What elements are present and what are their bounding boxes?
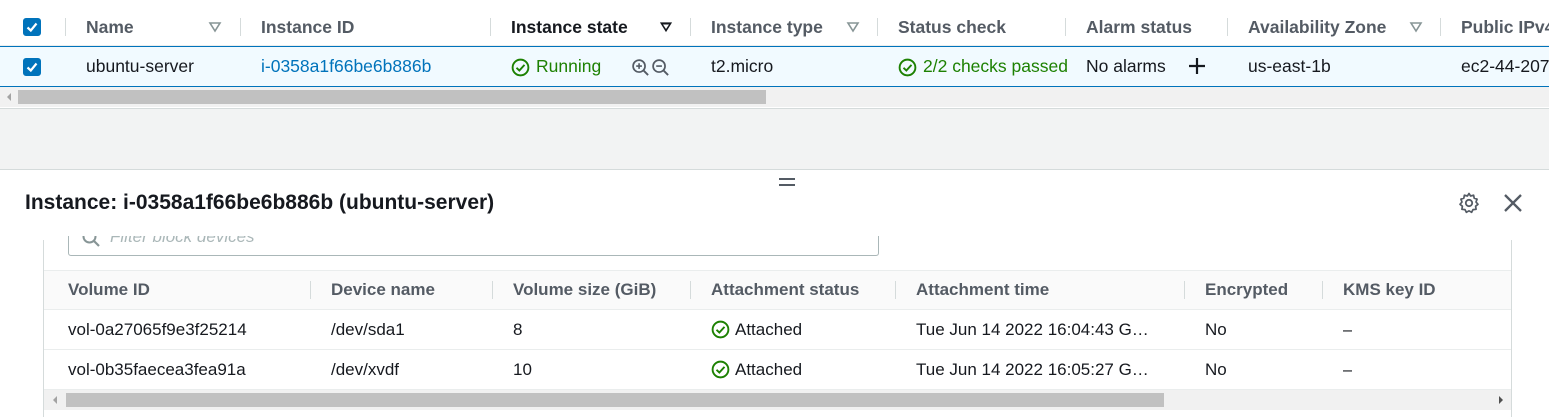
status-check-value[interactable]: 2/2 checks passed — [923, 47, 1068, 86]
table-row: vol-0b35faecea3fea91a /dev/xvdf 10 Attac… — [44, 350, 1511, 390]
gear-icon[interactable] — [1457, 191, 1481, 215]
public-ipv4-value: ec2-44-207 — [1461, 56, 1549, 76]
instances-table: Name Instance ID Instance state Instance… — [0, 0, 1549, 110]
search-icon — [82, 236, 100, 247]
volume-size: 10 — [513, 360, 532, 379]
instance-details-panel: Instance: i-0358a1f66be6b886b (ubuntu-se… — [0, 170, 1549, 417]
volume-id-link[interactable]: vol-0a27065f9e3f25214 — [68, 310, 247, 349]
filter-placeholder: Filter block devices — [110, 236, 255, 246]
drag-handle-icon[interactable] — [779, 178, 795, 188]
alarm-status-value: No alarms — [1086, 56, 1166, 76]
scroll-right-icon[interactable] — [1494, 390, 1508, 410]
column-header-instance-type[interactable]: Instance type — [711, 8, 823, 46]
scrollbar-thumb[interactable] — [18, 90, 766, 104]
sort-caret-icon[interactable] — [208, 20, 222, 34]
column-header-kms-key-id[interactable]: KMS key ID — [1343, 271, 1436, 309]
sort-caret-icon[interactable] — [659, 20, 673, 34]
column-header-attachment-status[interactable]: Attachment status — [711, 271, 859, 309]
availability-zone-value: us-east-1b — [1248, 56, 1331, 76]
instances-horizontal-scrollbar[interactable] — [0, 87, 1549, 107]
attachment-status: Attached — [735, 360, 803, 379]
instance-type-value: t2.micro — [711, 56, 774, 76]
sort-caret-icon[interactable] — [846, 20, 860, 34]
encrypted-value: No — [1205, 320, 1227, 339]
check-circle-icon — [711, 360, 730, 379]
device-name: /dev/sda1 — [331, 320, 405, 339]
zoom-in-icon[interactable] — [631, 58, 650, 77]
filter-block-devices-input[interactable]: Filter block devices — [68, 236, 879, 256]
row-select-checkbox[interactable] — [23, 58, 41, 76]
close-icon[interactable] — [1501, 191, 1525, 215]
check-circle-icon — [711, 320, 730, 339]
attachment-time: Tue Jun 14 2022 16:05:27 G… — [916, 360, 1149, 379]
column-header-availability-zone[interactable]: Availability Zone — [1248, 8, 1386, 46]
instance-id-link[interactable]: i-0358a1f66be6b886b — [261, 47, 431, 86]
column-header-alarm-status[interactable]: Alarm status — [1086, 8, 1192, 46]
check-circle-icon — [511, 58, 530, 77]
encrypted-value: No — [1205, 360, 1227, 379]
volume-id-link[interactable]: vol-0b35faecea3fea91a — [68, 350, 246, 389]
kms-key-id-value: – — [1343, 320, 1353, 339]
table-row[interactable]: ubuntu-server i-0358a1f66be6b886b Runnin… — [0, 46, 1549, 87]
attachment-time: Tue Jun 14 2022 16:04:43 G… — [916, 320, 1149, 339]
panel-title: Instance: i-0358a1f66be6b886b (ubuntu-se… — [25, 191, 495, 214]
scroll-left-icon[interactable] — [2, 87, 16, 107]
scrollbar-thumb[interactable] — [66, 393, 1164, 407]
split-panel-divider — [0, 108, 1549, 170]
block-devices-horizontal-scrollbar[interactable] — [44, 390, 1511, 410]
volume-size: 8 — [513, 320, 523, 339]
block-devices-table: Filter block devices Volume ID Device na… — [43, 236, 1512, 417]
attachment-status: Attached — [735, 320, 803, 339]
column-header-status-check[interactable]: Status check — [898, 8, 1006, 46]
scroll-left-icon[interactable] — [48, 390, 62, 410]
device-name: /dev/xvdf — [331, 360, 400, 379]
column-header-instance-id[interactable]: Instance ID — [261, 8, 354, 46]
kms-key-id-value: – — [1343, 360, 1353, 379]
block-devices-header: Volume ID Device name Volume size (GiB) … — [44, 270, 1511, 310]
sort-caret-icon[interactable] — [1409, 20, 1423, 34]
column-header-name[interactable]: Name — [86, 8, 134, 46]
select-all-checkbox[interactable] — [23, 18, 41, 36]
instance-state-value: Running — [536, 56, 602, 76]
zoom-out-icon[interactable] — [651, 58, 670, 77]
column-header-encrypted[interactable]: Encrypted — [1205, 271, 1288, 309]
instance-name: ubuntu-server — [86, 56, 194, 76]
column-header-instance-state[interactable]: Instance state — [511, 8, 628, 46]
column-header-public-ipv4[interactable]: Public IPv4 — [1461, 8, 1549, 46]
plus-icon[interactable] — [1187, 56, 1207, 76]
column-header-volume-size[interactable]: Volume size (GiB) — [513, 271, 656, 309]
column-header-device-name[interactable]: Device name — [331, 271, 435, 309]
column-header-attachment-time[interactable]: Attachment time — [916, 271, 1049, 309]
check-circle-icon — [898, 58, 917, 77]
table-row: vol-0a27065f9e3f25214 /dev/sda1 8 Attach… — [44, 310, 1511, 350]
column-header-volume-id[interactable]: Volume ID — [68, 271, 150, 309]
instances-table-header: Name Instance ID Instance state Instance… — [0, 8, 1549, 46]
